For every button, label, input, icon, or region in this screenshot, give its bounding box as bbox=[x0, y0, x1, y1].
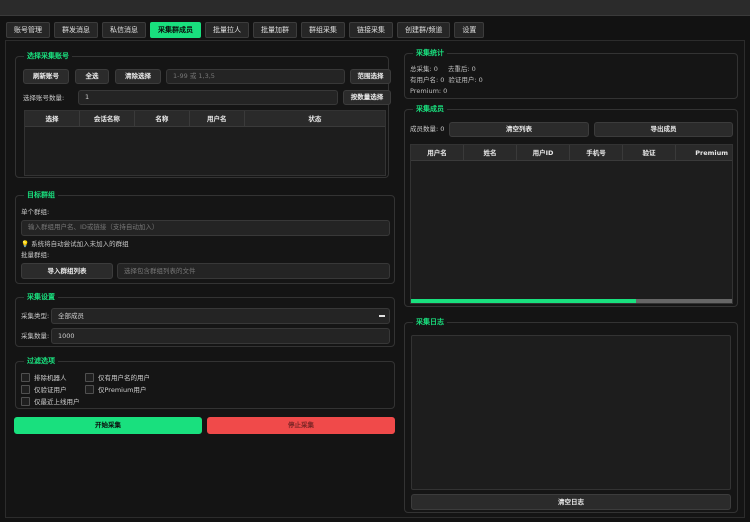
main-content: 选择采集账号 刷新账号 全选 清除选择 1-99 或 1,3,5 范围选择 选择… bbox=[5, 40, 745, 518]
account-count-label: 选择账号数量: bbox=[23, 94, 65, 102]
stat-premium: Premium: 0 bbox=[410, 87, 448, 95]
checkbox-box[interactable] bbox=[85, 372, 94, 382]
auto-join-hint-text: 系统将自动尝试加入未加入的群组 bbox=[31, 240, 129, 248]
stats-row-2: 有用户名: 0 验证用户: 0 bbox=[410, 76, 483, 85]
tab-2[interactable]: 私信消息 bbox=[102, 22, 146, 38]
members-column-header[interactable]: Premium bbox=[676, 145, 732, 160]
members-column-header[interactable]: 用户名 bbox=[411, 145, 464, 160]
collection-progress-bar bbox=[411, 299, 732, 303]
tab-bar: 账号管理 群发消息 私信消息 采集群成员 批量拉人 批量加群 群组采集 链接采集 创建群/频道设… bbox=[6, 22, 485, 38]
collection-type-label: 采集类型: bbox=[21, 312, 50, 320]
tab-0[interactable]: 账号管理 bbox=[6, 22, 50, 38]
select-all-button[interactable]: 全选 bbox=[75, 69, 109, 84]
collection-count-label: 采集数量: bbox=[21, 332, 50, 340]
checkbox-box[interactable] bbox=[21, 384, 30, 394]
collection-stats-title: 采集统计 bbox=[413, 49, 447, 58]
tab-4[interactable]: 批量拉人 bbox=[205, 22, 249, 38]
members-column-header[interactable]: 手机号 bbox=[570, 145, 623, 160]
collection-log-title: 采集日志 bbox=[413, 318, 447, 327]
clear-log-button[interactable]: 清空日志 bbox=[411, 494, 731, 510]
stats-row-1: 总采集: 0 去重后: 0 bbox=[410, 65, 476, 74]
target-group-title: 目标群组 bbox=[24, 191, 58, 200]
range-input[interactable]: 1-99 或 1,3,5 bbox=[166, 69, 345, 84]
tab-3[interactable]: 采集群成员 bbox=[150, 22, 201, 38]
batch-group-label: 批量群组: bbox=[21, 251, 50, 259]
only-premium-checkbox[interactable]: 仅Premium用户 bbox=[85, 384, 146, 394]
stat-dedup: 去重后: 0 bbox=[447, 65, 476, 73]
accounts-table[interactable]: 选择 会话名称 名称 用户名 状态 bbox=[24, 110, 386, 176]
import-group-list-button[interactable]: 导入群组列表 bbox=[21, 263, 113, 279]
checkbox-box[interactable] bbox=[85, 384, 94, 394]
accounts-column-header[interactable]: 名称 bbox=[135, 111, 190, 126]
only-verified-label: 仅验证用户 bbox=[34, 386, 67, 394]
only-verified-checkbox[interactable]: 仅验证用户 bbox=[21, 384, 67, 394]
member-count-label: 成员数量: 0 bbox=[410, 125, 445, 133]
start-collection-button[interactable]: 开始采集 bbox=[14, 417, 202, 434]
collected-members-group: 采集成员 成员数量: 0 清空列表 导出成员 用户名 姓名 用户ID 手机号 验证 Pre… bbox=[404, 105, 738, 307]
members-column-header[interactable]: 用户ID bbox=[517, 145, 570, 160]
exclude-bots-label: 排除机器人 bbox=[34, 374, 67, 382]
collection-count-input[interactable]: 1000 bbox=[51, 328, 390, 344]
accounts-column-header[interactable]: 用户名 bbox=[190, 111, 245, 126]
clear-list-button[interactable]: 清空列表 bbox=[449, 122, 589, 137]
tab-5[interactable]: 批量加群 bbox=[253, 22, 297, 38]
clear-selection-button[interactable]: 清除选择 bbox=[115, 69, 161, 84]
dropdown-icon[interactable] bbox=[379, 315, 385, 317]
select-by-count-button[interactable]: 按数量选择 bbox=[343, 90, 391, 105]
single-group-input[interactable]: 输入群组用户名、ID或链接（支持自动加入） bbox=[21, 220, 390, 236]
stat-total: 总采集: 0 bbox=[410, 65, 438, 73]
only-username-label: 仅有用户名的用户 bbox=[98, 374, 150, 382]
tab-6[interactable]: 群组采集 bbox=[301, 22, 345, 38]
filter-options-group: 过滤选项 排除机器人 仅有用户名的用户 仅验证用户 仅Premium用户 仅最近… bbox=[15, 357, 395, 409]
tab-8[interactable]: 创建群/频道 bbox=[397, 22, 451, 38]
members-column-header[interactable]: 验证 bbox=[623, 145, 676, 160]
collection-type-value: 全部成员 bbox=[58, 312, 84, 320]
range-select-button[interactable]: 范围选择 bbox=[350, 69, 391, 84]
only-recent-checkbox[interactable]: 仅最近上线用户 bbox=[21, 396, 80, 406]
stop-collection-button[interactable]: 停止采集 bbox=[207, 417, 395, 434]
collection-settings-group: 采集设置 采集类型: 全部成员 采集数量: 1000 bbox=[15, 293, 395, 347]
exclude-bots-checkbox[interactable]: 排除机器人 bbox=[21, 372, 67, 382]
collection-type-select[interactable]: 全部成员 bbox=[51, 308, 390, 324]
accounts-column-header[interactable]: 会话名称 bbox=[80, 111, 135, 126]
only-username-checkbox[interactable]: 仅有用户名的用户 bbox=[85, 372, 150, 382]
log-output[interactable] bbox=[411, 335, 731, 490]
accounts-column-header[interactable]: 选择 bbox=[25, 111, 80, 126]
accounts-table-header: 选择 会话名称 名称 用户名 状态 bbox=[25, 111, 385, 127]
select-account-group: 选择采集账号 刷新账号 全选 清除选择 1-99 或 1,3,5 范围选择 选择… bbox=[15, 52, 391, 178]
target-group-group: 目标群组 单个群组: 输入群组用户名、ID或链接（支持自动加入） 💡 系统将自动… bbox=[15, 191, 395, 284]
only-recent-label: 仅最近上线用户 bbox=[34, 398, 80, 406]
tab-1[interactable]: 群发消息 bbox=[54, 22, 98, 38]
members-table-header: 用户名 姓名 用户ID 手机号 验证 Premium bbox=[411, 145, 732, 161]
refresh-accounts-button[interactable]: 刷新账号 bbox=[23, 69, 69, 84]
group-file-input[interactable]: 选择包含群组列表的文件 bbox=[117, 263, 390, 279]
collection-progress-fill bbox=[411, 299, 636, 303]
members-table[interactable]: 用户名 姓名 用户ID 手机号 验证 Premium bbox=[410, 144, 733, 304]
accounts-column-header[interactable]: 状态 bbox=[245, 111, 385, 126]
filter-options-title: 过滤选项 bbox=[24, 357, 58, 366]
checkbox-box[interactable] bbox=[21, 372, 30, 382]
collection-settings-title: 采集设置 bbox=[24, 293, 58, 302]
account-count-input[interactable]: 1 bbox=[78, 90, 338, 105]
single-group-label: 单个群组: bbox=[21, 208, 50, 216]
export-members-button[interactable]: 导出成员 bbox=[594, 122, 733, 137]
auto-join-hint: 💡 系统将自动尝试加入未加入的群组 bbox=[21, 240, 129, 249]
tab-7[interactable]: 链接采集 bbox=[349, 22, 393, 38]
checkbox-box[interactable] bbox=[21, 396, 30, 406]
window-titlebar bbox=[0, 0, 750, 16]
collection-stats-group: 采集统计 总采集: 0 去重后: 0 有用户名: 0 验证用户: 0 Premium… bbox=[404, 49, 738, 99]
members-column-header[interactable]: 姓名 bbox=[464, 145, 517, 160]
stat-verified: 验证用户: 0 bbox=[448, 76, 483, 84]
select-account-title: 选择采集账号 bbox=[24, 52, 72, 61]
only-premium-label: 仅Premium用户 bbox=[98, 386, 147, 394]
tab-9[interactable]: 设置 bbox=[454, 22, 485, 38]
collection-log-group: 采集日志 清空日志 bbox=[404, 318, 738, 513]
stat-has-username: 有用户名: 0 bbox=[410, 76, 445, 84]
lightbulb-icon: 💡 bbox=[21, 240, 30, 248]
collected-members-title: 采集成员 bbox=[413, 105, 447, 114]
